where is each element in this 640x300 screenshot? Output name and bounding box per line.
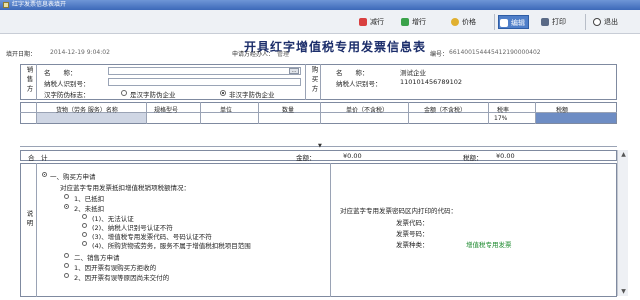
invoice-number-label: 发票号码： [396, 230, 429, 238]
anticounterfeit-no-label: 非汉字防伪企业 [229, 91, 275, 99]
section1-label: 一、购买方申请 [50, 173, 96, 181]
add-row-button[interactable]: 增行 [400, 15, 426, 29]
buyer-taxid-label: 纳税人识别号： [336, 80, 382, 88]
right-title: 对应蓝字专用发票密码区内打印的代码： [340, 207, 457, 215]
anticounterfeit-label: 汉字防伪标志： [44, 91, 90, 99]
number-label: 编号： [430, 51, 449, 58]
seller-apply-radio[interactable] [64, 253, 69, 258]
printer-icon [541, 18, 549, 26]
notes-side-label: 说明 [25, 210, 33, 229]
not-deducted-label: 2、未抵扣 [74, 205, 105, 213]
seller-reason-1-label: 1、因开票有误购买方拒收的 [74, 264, 157, 272]
total-tax-label: 税额： [463, 154, 483, 162]
deducted-radio[interactable] [64, 194, 69, 199]
not-deducted-radio[interactable] [64, 204, 69, 209]
buyer-side-label: 购买方 [310, 66, 318, 95]
window-title: 红字发票信息表填开 [12, 1, 67, 8]
cell-rate[interactable]: 17% [494, 115, 507, 122]
anticounterfeit-yes-radio[interactable] [121, 90, 127, 96]
add-row-icon [401, 18, 409, 26]
collapse-toggle[interactable]: ▼ [318, 143, 322, 149]
col-qty: 数量 [282, 107, 295, 114]
total-amount-value: ¥0.00 [343, 152, 362, 160]
applicant-value: 管理 [277, 51, 290, 58]
seller-reason-2-radio[interactable] [64, 273, 69, 278]
seller-name-input[interactable] [108, 67, 301, 75]
delete-row-icon [359, 18, 367, 26]
fill-date-label: 填开日期： [6, 51, 37, 58]
seller-name-label: 名 称： [44, 69, 77, 77]
ellipsis-button[interactable]: … [289, 68, 299, 74]
buyer-name-label: 名 称： [336, 69, 369, 77]
seller-side-label: 销售方 [25, 66, 33, 95]
price-button[interactable]: 价格 [450, 15, 476, 29]
col-spec: 规格型号 [154, 107, 179, 114]
app-icon [3, 2, 9, 8]
number-value: 661400154445412190000402 [449, 49, 541, 56]
reason-4-label: (4)、所购货物或劳务，服务不属于增值税扣税项目范围 [92, 242, 251, 250]
toolbar: 减行 增行 价格 编辑 打印 退出 [0, 10, 640, 34]
totals-row [20, 150, 617, 161]
totals-label: 合 计 [28, 154, 48, 162]
fill-date-value: 2014-12-19 9:04:02 [50, 49, 110, 56]
deducted-label: 1、已抵扣 [74, 195, 105, 203]
invoice-type-label: 发票种类： [396, 241, 429, 249]
delete-row-button[interactable]: 减行 [358, 15, 384, 29]
scroll-up-icon[interactable]: ▲ [620, 151, 627, 158]
col-rate: 税率 [497, 107, 510, 114]
anticounterfeit-no-radio[interactable] [220, 90, 226, 96]
reason-3-radio[interactable] [82, 232, 87, 237]
buyer-apply-radio[interactable] [42, 172, 47, 177]
power-icon [593, 18, 601, 26]
scroll-down-icon[interactable]: ▼ [620, 288, 627, 295]
total-amount-label: 金额： [296, 154, 316, 162]
seller-reason-1-radio[interactable] [64, 263, 69, 268]
anticounterfeit-yes-label: 是汉字防伪企业 [130, 91, 176, 99]
invoice-code-label: 发票代码： [396, 219, 429, 227]
window-titlebar: 红字发票信息表填开 [0, 0, 640, 10]
section1-question: 对应蓝字专用发票抵扣增值税销项税额情况： [60, 184, 190, 192]
seller-reason-2-label: 2、因开票有误等原因尚未交付的 [74, 274, 170, 282]
col-amount: 金额（不含税） [424, 107, 467, 114]
price-icon [451, 18, 459, 26]
section2-label: 二、销售方申请 [74, 254, 120, 262]
edit-icon [500, 19, 508, 27]
reason-4-radio[interactable] [82, 241, 87, 246]
print-button[interactable]: 打印 [540, 15, 566, 29]
col-unit: 单位 [220, 107, 233, 114]
applicant-label: 申请方经办人： [232, 51, 275, 58]
buyer-taxid-value: 110101456789102 [400, 78, 463, 86]
table-row[interactable] [37, 113, 146, 123]
total-tax-value: ¥0.00 [496, 152, 515, 160]
reason-1-radio[interactable] [82, 214, 87, 219]
vertical-scrollbar[interactable]: ▲ ▼ [617, 150, 628, 296]
invoice-type-value: 增值税专用发票 [466, 241, 512, 249]
cell-tax[interactable] [536, 113, 616, 123]
seller-taxid-input[interactable] [108, 78, 301, 86]
seller-taxid-label: 纳税人识别号： [44, 80, 90, 88]
exit-button[interactable]: 退出 [592, 15, 618, 29]
reason-2-radio[interactable] [82, 223, 87, 228]
edit-button[interactable]: 编辑 [498, 15, 529, 29]
col-price: 单价（不含税） [346, 107, 389, 114]
buyer-name-value: 测试企业 [400, 69, 426, 77]
